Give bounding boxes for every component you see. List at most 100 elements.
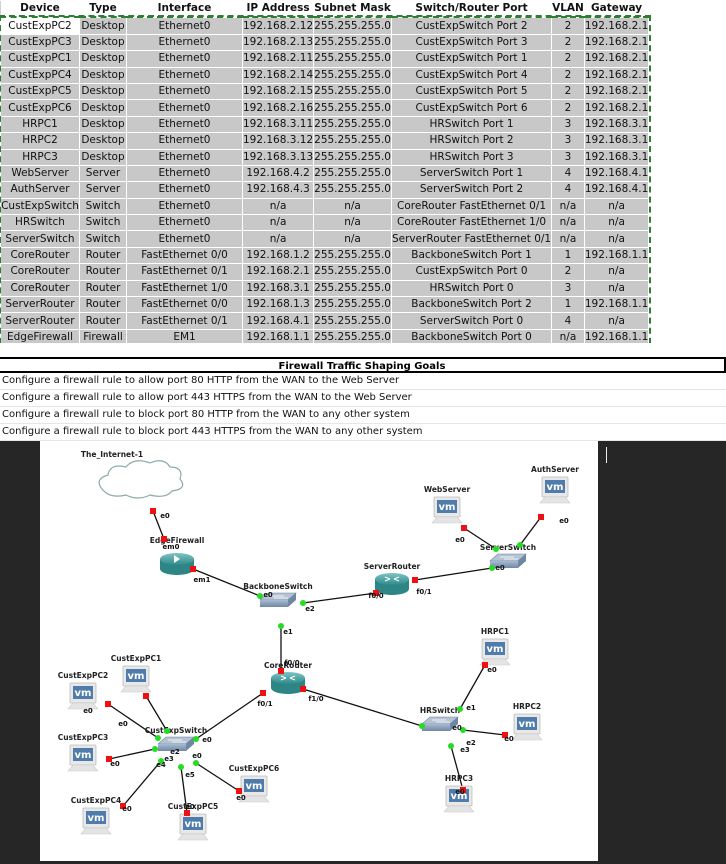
table-cell[interactable]: Ethernet0 [126,164,243,183]
table-cell[interactable]: Ethernet0 [126,214,243,232]
router-icon[interactable] [271,672,305,694]
table-cell[interactable]: 2 [551,50,585,68]
table-cell[interactable]: 255.255.255.0 [313,50,392,68]
table-cell[interactable]: ServerSwitch Port 1 [390,164,553,183]
table-cell[interactable]: 255.255.255.0 [313,312,392,330]
table-cell[interactable]: Ethernet0 [126,99,243,117]
vm-computer-icon[interactable]: vm [539,476,571,504]
table-cell[interactable]: CustExpPC3 [0,33,80,52]
table-cell[interactable]: ServerRouter [0,296,80,314]
table-cell[interactable]: CustExpSwitch Port 6 [390,99,553,117]
table-cell[interactable]: ServerSwitch Port 0 [390,312,553,330]
link-backbone-server_router[interactable] [302,592,377,604]
table-cell[interactable]: 3 [551,115,585,134]
table-cell[interactable]: 2 [551,263,585,281]
table-cell[interactable]: Desktop [79,16,127,35]
table-cell[interactable]: HRSwitch Port 0 [390,279,553,298]
table-cell[interactable]: Ethernet0 [126,197,243,216]
table-cell[interactable]: 192.168.2.15 [241,82,315,101]
table-cell[interactable]: 192.168.4.1 [583,181,650,199]
table-cell[interactable]: 192.168.3.11 [241,115,315,134]
table-cell[interactable]: n/a [551,230,585,248]
table-cell[interactable]: CoreRouter FastEthernet 1/0 [390,214,553,232]
vm-computer-icon[interactable]: vm [67,744,99,772]
table-cell[interactable]: 192.168.3.1 [583,148,650,166]
table-cell[interactable]: Ethernet0 [126,33,243,52]
table-cell[interactable]: 192.168.1.1 [583,296,650,314]
table-cell[interactable]: HRSwitch [0,214,80,232]
table-cell[interactable]: n/a [583,263,650,281]
vm-computer-icon[interactable]: vm [511,713,543,741]
table-cell[interactable]: Ethernet0 [126,181,243,199]
table-cell[interactable]: 192.168.2.1 [583,16,650,35]
goal-item[interactable]: Configure a firewall rule to allow port … [0,373,726,390]
column-header-vlan[interactable]: VLAN [551,0,585,19]
column-header-interface[interactable]: Interface [126,0,243,19]
table-cell[interactable]: 3 [551,132,585,150]
table-cell[interactable]: 255.255.255.0 [313,66,392,84]
table-cell[interactable]: 255.255.255.0 [313,16,392,35]
table-cell[interactable]: 192.168.3.12 [241,132,315,150]
table-cell[interactable]: 255.255.255.0 [313,132,392,150]
table-cell[interactable]: 4 [551,181,585,199]
table-cell[interactable]: Desktop [79,148,127,166]
table-cell[interactable]: CustExpSwitch [0,197,80,216]
table-cell[interactable]: 192.168.2.1 [583,33,650,52]
table-cell[interactable]: Server [79,164,127,183]
table-cell[interactable]: 4 [551,164,585,183]
table-cell[interactable]: 255.255.255.0 [313,263,392,281]
table-cell[interactable]: 192.168.2.14 [241,66,315,84]
link-server_switch-auth[interactable] [519,516,542,546]
table-cell[interactable]: 192.168.1.1 [583,246,650,265]
table-cell[interactable]: HRPC1 [0,115,80,134]
table-cell[interactable]: Ethernet0 [126,66,243,84]
table-cell[interactable]: 192.168.1.2 [241,246,315,265]
table-cell[interactable]: CoreRouter FastEthernet 0/1 [390,197,553,216]
table-cell[interactable]: n/a [583,279,650,298]
table-cell[interactable]: CoreRouter [0,263,80,281]
table-cell[interactable]: Ethernet0 [126,148,243,166]
table-cell[interactable]: 192.168.2.1 [583,66,650,84]
table-cell[interactable]: Switch [79,230,127,248]
table-cell[interactable]: 192.168.3.1 [583,132,650,150]
table-cell[interactable]: 1 [551,246,585,265]
table-cell[interactable]: HRSwitch Port 3 [390,148,553,166]
table-cell[interactable]: 192.168.1.3 [241,296,315,314]
table-cell[interactable]: Router [79,279,127,298]
goal-item[interactable]: Configure a firewall rule to allow port … [0,390,726,407]
table-cell[interactable]: 192.168.2.1 [583,99,650,117]
link-hrsw-hr2[interactable] [462,729,506,736]
table-cell[interactable]: HRSwitch Port 2 [390,132,553,150]
firewall-icon[interactable] [160,553,194,575]
table-cell[interactable]: CoreRouter [0,246,80,265]
table-cell[interactable]: Ethernet0 [126,82,243,101]
table-cell[interactable]: Router [79,296,127,314]
table-cell[interactable]: FastEthernet 1/0 [126,279,243,298]
table-cell[interactable]: CustExpPC4 [0,66,80,84]
table-cell[interactable]: 192.168.3.1 [583,115,650,134]
table-cell[interactable]: 2 [551,99,585,117]
table-cell[interactable]: FastEthernet 0/1 [126,312,243,330]
column-header-gateway[interactable]: Gateway [583,0,650,19]
table-cell[interactable]: CustExpPC2 [0,16,80,35]
table-cell[interactable]: CustExpPC5 [0,82,80,101]
column-header-type[interactable]: Type [79,0,127,19]
vm-computer-icon[interactable]: vm [479,638,511,666]
table-cell[interactable]: 192.168.2.11 [241,50,315,68]
table-cell[interactable]: Router [79,246,127,265]
table-cell[interactable]: ServerSwitch Port 2 [390,181,553,199]
table-cell[interactable]: Router [79,312,127,330]
table-cell[interactable]: 192.168.2.12 [241,16,315,35]
table-cell[interactable]: 255.255.255.0 [313,82,392,101]
vm-computer-icon[interactable]: vm [431,496,463,524]
table-cell[interactable]: n/a [583,230,650,248]
table-cell[interactable]: WebServer [0,164,80,183]
table-cell[interactable]: FastEthernet 0/1 [126,263,243,281]
table-cell[interactable]: HRPC3 [0,148,80,166]
table-cell[interactable]: ServerRouter FastEthernet 0/1 [390,230,553,248]
table-cell[interactable]: Ethernet0 [126,115,243,134]
table-cell[interactable]: 192.168.4.3 [241,181,315,199]
table-cell[interactable]: ServerRouter [0,312,80,330]
table-cell[interactable]: 255.255.255.0 [313,148,392,166]
table-cell[interactable]: Desktop [79,66,127,84]
